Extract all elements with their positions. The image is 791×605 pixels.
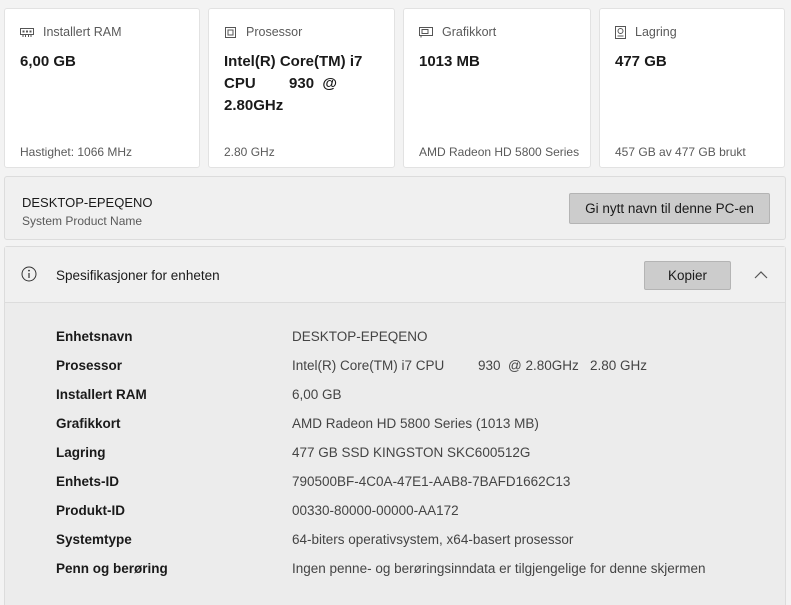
graphics-card-subtext: AMD Radeon HD 5800 Series [419, 145, 580, 159]
copy-button[interactable]: Kopier [644, 261, 731, 290]
device-name: DESKTOP-EPEQENO [22, 195, 153, 210]
spec-row-processor: Prosessor Intel(R) Core(TM) i7 CPU 930 @… [56, 358, 776, 387]
storage-card-header: Lagring [615, 25, 677, 39]
spec-key: Enhets-ID [56, 474, 120, 489]
spec-row-product-id: Produkt-ID 00330-80000-00000-AA172 [56, 503, 776, 532]
rename-pc-button[interactable]: Gi nytt navn til denne PC-en [569, 193, 770, 224]
spec-value: 790500BF-4C0A-47E1-AAB8-7BAFD1662C13 [292, 474, 571, 489]
ram-icon [20, 26, 34, 38]
spec-key: Systemtype [56, 532, 132, 547]
spec-key: Penn og berøring [56, 561, 168, 576]
spec-value: Intel(R) Core(TM) i7 CPU 930 @ 2.80GHz 2… [292, 358, 648, 373]
spec-key: Produkt-ID [56, 503, 125, 518]
ram-card-header: Installert RAM [20, 25, 122, 39]
processor-card-subtext: 2.80 GHz [224, 145, 275, 159]
storage-card: Lagring 477 GB 457 GB av 477 GB brukt [599, 8, 785, 168]
graphics-card-value: 1013 MB [419, 53, 480, 70]
ram-card-subtext: Hastighet: 1066 MHz [20, 145, 133, 159]
graphics-card-icon [419, 26, 433, 38]
storage-card-value: 477 GB [615, 53, 667, 70]
spec-key: Grafikkort [56, 416, 121, 431]
device-specifications-header[interactable]: Spesifikasjoner for enheten Kopier [5, 247, 785, 303]
processor-card: Prosessor Intel(R) Core(TM) i7 CPU 930 @… [208, 8, 395, 168]
storage-card-label: Lagring [635, 25, 677, 39]
ram-card-value: 6,00 GB [20, 53, 76, 70]
spec-row-pen-and-touch: Penn og berøring Ingen penne- og berørin… [56, 561, 776, 590]
spec-row-storage: Lagring 477 GB SSD KINGSTON SKC600512G [56, 445, 776, 474]
processor-card-label: Prosessor [246, 25, 303, 39]
spec-value: DESKTOP-EPEQENO [292, 329, 428, 344]
spec-value: 64-biters operativsystem, x64-basert pro… [292, 532, 574, 547]
info-icon [21, 266, 37, 287]
device-name-section: DESKTOP-EPEQENO System Product Name Gi n… [4, 176, 786, 240]
spec-value: 6,00 GB [292, 387, 342, 402]
ram-card-label: Installert RAM [43, 25, 122, 39]
device-specifications-panel: Spesifikasjoner for enheten Kopier Enhet… [4, 246, 786, 605]
spec-key: Enhetsnavn [56, 329, 133, 344]
device-specifications-title: Spesifikasjoner for enheten [56, 268, 220, 283]
spec-value: 00330-80000-00000-AA172 [292, 503, 459, 518]
graphics-card-header: Grafikkort [419, 25, 496, 39]
spec-value: AMD Radeon HD 5800 Series (1013 MB) [292, 416, 539, 431]
spec-row-device-name: Enhetsnavn DESKTOP-EPEQENO [56, 329, 776, 358]
spec-value: Ingen penne- og berøringsinndata er tilg… [292, 561, 706, 576]
processor-icon [224, 26, 237, 39]
spec-key: Installert RAM [56, 387, 147, 402]
spec-row-graphics-card: Grafikkort AMD Radeon HD 5800 Series (10… [56, 416, 776, 445]
ram-card: Installert RAM 6,00 GB Hastighet: 1066 M… [4, 8, 200, 168]
storage-icon [615, 25, 626, 39]
graphics-card: Grafikkort 1013 MB AMD Radeon HD 5800 Se… [403, 8, 591, 168]
device-model: System Product Name [22, 214, 143, 228]
storage-card-subtext: 457 GB av 477 GB brukt [615, 145, 746, 159]
spec-row-installed-ram: Installert RAM 6,00 GB [56, 387, 776, 416]
processor-card-value: Intel(R) Core(TM) i7 CPU 930 @ 2.80GHz [224, 53, 363, 114]
specifications-list: Enhetsnavn DESKTOP-EPEQENO Prosessor Int… [56, 329, 776, 590]
spec-value: 477 GB SSD KINGSTON SKC600512G [292, 445, 531, 460]
processor-card-header: Prosessor [224, 25, 302, 39]
spec-row-system-type: Systemtype 64-biters operativsystem, x64… [56, 532, 776, 561]
spec-row-device-id: Enhets-ID 790500BF-4C0A-47E1-AAB8-7BAFD1… [56, 474, 776, 503]
spec-key: Prosessor [56, 358, 123, 373]
spec-key: Lagring [56, 445, 106, 460]
chevron-up-icon[interactable] [754, 267, 768, 285]
graphics-card-label: Grafikkort [442, 25, 497, 39]
